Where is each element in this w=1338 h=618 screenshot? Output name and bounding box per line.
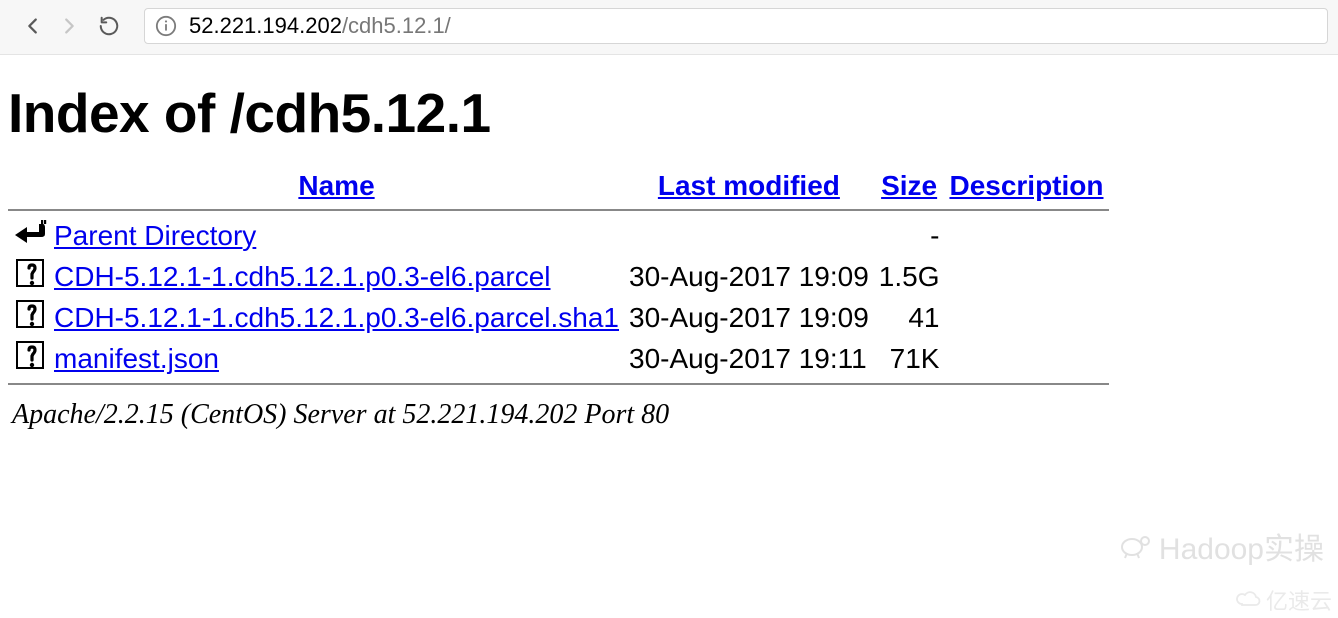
refresh-button[interactable]: [94, 11, 124, 41]
col-icon: [8, 167, 49, 205]
table-row: manifest.json 30-Aug-2017 19:11 71K: [8, 338, 1109, 379]
row-icon: [8, 256, 49, 297]
row-desc: [944, 338, 1108, 379]
table-row: Parent Directory -: [8, 215, 1109, 256]
row-desc: [944, 256, 1108, 297]
page-title: Index of /cdh5.12.1: [8, 81, 1330, 145]
col-name[interactable]: Name: [49, 167, 624, 205]
col-last-modified[interactable]: Last modified: [624, 167, 874, 205]
col-description[interactable]: Description: [944, 167, 1108, 205]
url-host: 52.221.194.202: [189, 13, 342, 38]
forward-button[interactable]: [54, 11, 84, 41]
url-path: /cdh5.12.1/: [342, 13, 451, 38]
unknown-file-icon: [16, 300, 44, 328]
row-size: 71K: [874, 338, 945, 379]
row-size: -: [874, 215, 945, 256]
row-size: 1.5G: [874, 256, 945, 297]
directory-listing-table: Name Last modified Size Description: [8, 167, 1109, 389]
parent-directory-link[interactable]: Parent Directory: [54, 220, 256, 251]
watermark-yisu: 亿速云: [1234, 584, 1332, 616]
sort-desc-link[interactable]: Description: [949, 170, 1103, 201]
row-desc: [944, 297, 1108, 338]
back-button[interactable]: [18, 11, 48, 41]
server-signature: Apache/2.2.15 (CentOS) Server at 52.221.…: [12, 399, 1330, 431]
table-row: CDH-5.12.1-1.cdh5.12.1.p0.3-el6.parcel.s…: [8, 297, 1109, 338]
watermark-hadoop: Hadoop实操: [1119, 524, 1324, 568]
col-size[interactable]: Size: [874, 167, 945, 205]
back-icon: [13, 218, 47, 246]
row-size: 41: [874, 297, 945, 338]
file-link[interactable]: CDH-5.12.1-1.cdh5.12.1.p0.3-el6.parcel: [54, 261, 551, 292]
row-lastmod: 30-Aug-2017 19:09: [624, 297, 874, 338]
directory-index-page: Index of /cdh5.12.1 Name Last modified S…: [0, 55, 1338, 447]
watermark-hadoop-text: Hadoop实操: [1159, 524, 1324, 568]
address-bar[interactable]: 52.221.194.202/cdh5.12.1/: [144, 8, 1328, 44]
unknown-file-icon: [16, 259, 44, 287]
sort-size-link[interactable]: Size: [881, 170, 937, 201]
browser-toolbar: 52.221.194.202/cdh5.12.1/: [0, 0, 1338, 55]
row-desc: [944, 215, 1108, 256]
watermark-yisu-text: 亿速云: [1266, 584, 1332, 616]
row-lastmod: [624, 215, 874, 256]
table-row: CDH-5.12.1-1.cdh5.12.1.p0.3-el6.parcel 3…: [8, 256, 1109, 297]
row-icon: [8, 338, 49, 379]
file-link[interactable]: CDH-5.12.1-1.cdh5.12.1.p0.3-el6.parcel.s…: [54, 302, 619, 333]
site-info-icon[interactable]: [155, 15, 177, 37]
unknown-file-icon: [16, 341, 44, 369]
header-divider: [8, 209, 1109, 211]
row-icon: [8, 297, 49, 338]
sort-lastmod-link[interactable]: Last modified: [658, 170, 840, 201]
sort-name-link[interactable]: Name: [298, 170, 374, 201]
row-icon: [8, 215, 49, 256]
row-lastmod: 30-Aug-2017 19:11: [624, 338, 874, 379]
url-text: 52.221.194.202/cdh5.12.1/: [189, 13, 451, 39]
row-lastmod: 30-Aug-2017 19:09: [624, 256, 874, 297]
file-link[interactable]: manifest.json: [54, 343, 219, 374]
footer-divider: [8, 383, 1109, 385]
